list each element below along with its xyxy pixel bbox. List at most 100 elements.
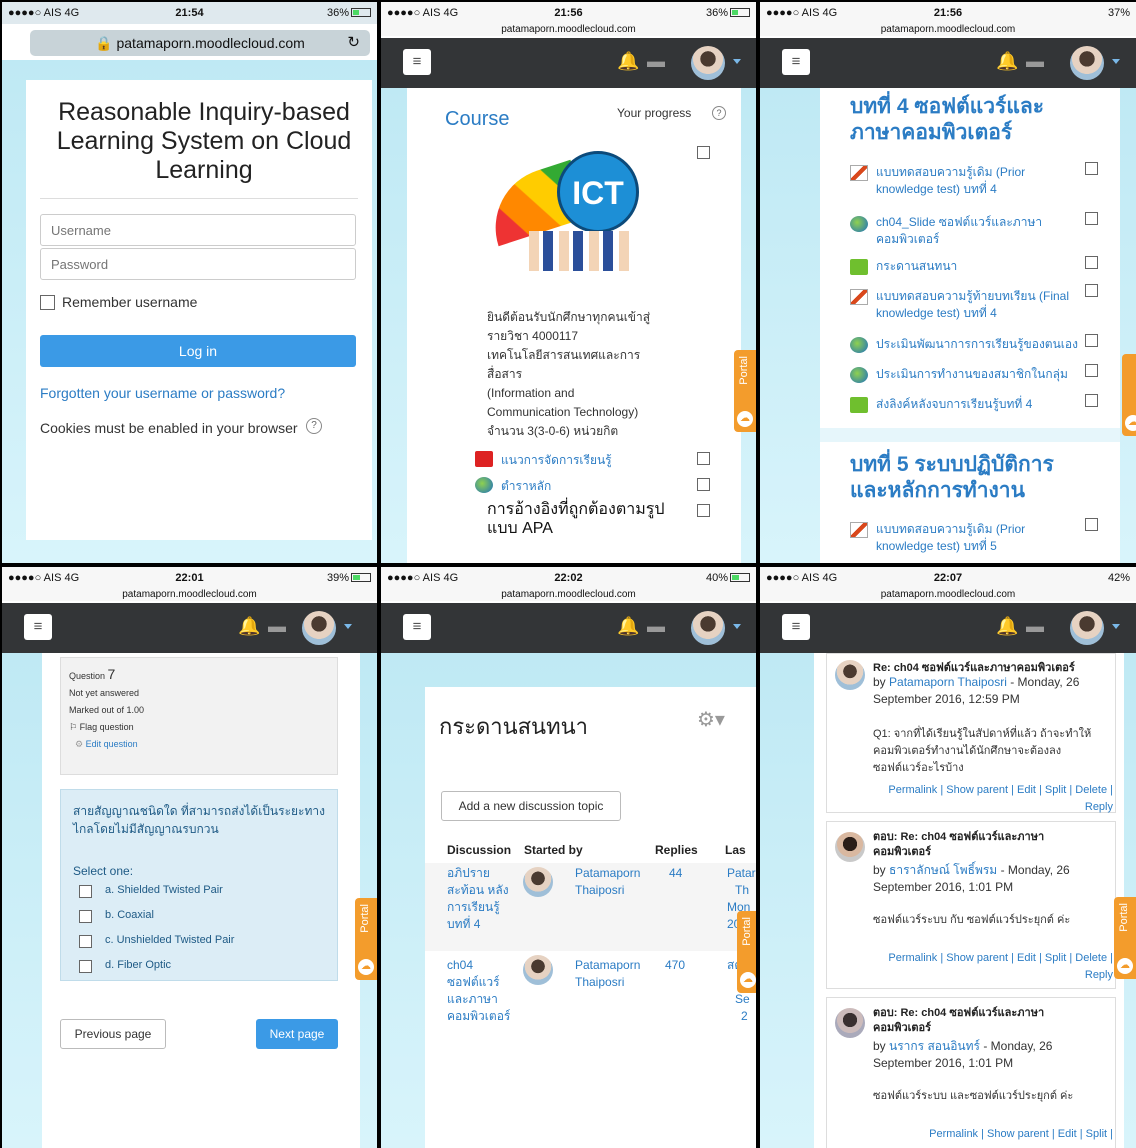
flag-question-link[interactable]: ⚐ Flag question xyxy=(69,719,329,736)
help-icon[interactable]: ? xyxy=(306,418,322,434)
answer-option[interactable]: b. Coaxial xyxy=(105,909,154,921)
chevron-down-icon[interactable] xyxy=(344,624,352,629)
activity-link[interactable]: ประเมินพัฒนาการการเรียนรู้ของตนเอง xyxy=(876,336,1078,353)
portal-tab[interactable]: Portal ☁ xyxy=(1114,897,1136,979)
portal-tab[interactable]: Portal ☁ xyxy=(355,898,377,980)
forgot-password-link[interactable]: Forgotten your username or password? xyxy=(40,385,285,401)
gear-icon[interactable]: ⚙▾ xyxy=(697,707,725,732)
completion-checkbox[interactable] xyxy=(697,146,710,159)
user-avatar[interactable] xyxy=(1070,46,1104,80)
post-actions[interactable]: Permalink | Show parent | Edit | Split |… xyxy=(877,950,1113,984)
question-body: สายสัญญาณชนิดใด ที่สามารถส่งได้เป็นระยะท… xyxy=(60,789,338,981)
message-icon[interactable]: ▬ xyxy=(647,616,665,637)
portal-tab[interactable]: Portal ☁ xyxy=(734,350,756,432)
author-link[interactable]: ธาราลักษณ์ โพธิ์พรม xyxy=(889,863,997,877)
pdf-icon xyxy=(475,451,493,467)
discussion-line: อภิปราย xyxy=(447,866,490,880)
user-avatar[interactable] xyxy=(1070,611,1104,645)
completion-checkbox[interactable] xyxy=(697,452,710,465)
completion-checkbox[interactable] xyxy=(1085,364,1098,377)
menu-icon[interactable]: ≡ xyxy=(782,614,810,640)
activity-link[interactable]: ประเมินการทำงานของสมาชิกในกลุ่ม xyxy=(876,366,1068,383)
reload-icon[interactable]: ↻ xyxy=(347,30,360,56)
answer-checkbox[interactable] xyxy=(79,935,92,948)
remember-checkbox[interactable] xyxy=(40,295,55,310)
completion-checkbox[interactable] xyxy=(697,504,710,517)
flag-icon: ⚐ xyxy=(69,722,78,732)
activity-link[interactable]: ตำราหลัก xyxy=(501,478,551,495)
help-icon[interactable]: ? xyxy=(712,106,726,120)
menu-icon[interactable]: ≡ xyxy=(782,49,810,75)
menu-icon[interactable]: ≡ xyxy=(403,614,431,640)
completion-checkbox[interactable] xyxy=(1085,394,1098,407)
activity-link[interactable]: แบบทดสอบความรู้เดิม (Prior knowledge tes… xyxy=(876,521,1056,555)
activity-link[interactable]: ส่งลิงค์หลังจบการเรียนรู้บทที่ 4 xyxy=(876,396,1032,413)
edit-question-link[interactable]: ⚙ Edit question xyxy=(69,736,329,753)
table-row[interactable]: ch04 ซอฟต์แวร์ และภาษา คอมพิวเตอร์ Patamapo… xyxy=(425,951,756,1041)
next-page-button[interactable]: Next page xyxy=(256,1019,338,1049)
message-icon[interactable]: ▬ xyxy=(1026,616,1044,637)
portal-tab[interactable]: Portal ☁ xyxy=(737,911,756,993)
message-icon[interactable]: ▬ xyxy=(1026,51,1044,72)
post-actions[interactable]: Permalink | Show parent | Edit | Split |… xyxy=(877,782,1113,816)
author-avatar xyxy=(835,660,865,690)
activity-link[interactable]: แนวการจัดการเรียนรู้ xyxy=(501,452,612,469)
discussion-link[interactable]: อภิปราย สะท้อน หลัง การเรียนรู้ บทที่ 4 xyxy=(447,865,509,933)
answer-option[interactable]: a. Shielded Twisted Pair xyxy=(105,884,223,896)
menu-icon[interactable]: ≡ xyxy=(24,614,52,640)
answer-checkbox[interactable] xyxy=(79,910,92,923)
intro-line: ยินดีต้อนรับนักศึกษาทุกคนเข้าสู่ xyxy=(487,310,651,324)
author-link[interactable]: Patamaporn Thaiposri xyxy=(575,957,640,991)
chevron-down-icon[interactable] xyxy=(733,59,741,64)
author-link[interactable]: นรากร สอนอินทร์ xyxy=(889,1039,980,1053)
replies-count[interactable]: 470 xyxy=(665,957,685,974)
completion-checkbox[interactable] xyxy=(1085,284,1098,297)
activity-link[interactable]: กระดานสนทนา xyxy=(876,258,957,275)
message-icon[interactable]: ▬ xyxy=(268,616,286,637)
activity-link[interactable]: แบบทดสอบความรู้ท้ายบทเรียน (Final knowle… xyxy=(876,288,1076,322)
notification-icon[interactable]: 🔔 xyxy=(617,616,639,637)
user-avatar[interactable] xyxy=(691,611,725,645)
answer-checkbox[interactable] xyxy=(79,960,92,973)
notification-icon[interactable]: 🔔 xyxy=(617,51,639,72)
completion-checkbox[interactable] xyxy=(697,478,710,491)
author-link[interactable]: Patamaporn Thaiposri xyxy=(889,675,1007,689)
notification-icon[interactable]: 🔔 xyxy=(238,616,260,637)
message-icon[interactable]: ▬ xyxy=(647,51,665,72)
portal-tab[interactable]: ☁ xyxy=(1122,354,1136,436)
chevron-down-icon[interactable] xyxy=(1112,59,1120,64)
answer-option[interactable]: d. Fiber Optic xyxy=(105,959,171,971)
username-input[interactable] xyxy=(40,214,356,246)
notification-icon[interactable]: 🔔 xyxy=(996,616,1018,637)
discussion-link[interactable]: ch04 ซอฟต์แวร์ และภาษา คอมพิวเตอร์ xyxy=(447,957,510,1025)
address-bar[interactable]: 🔒 patamaporn.moodlecloud.com ↻ xyxy=(30,30,370,56)
user-avatar[interactable] xyxy=(302,611,336,645)
user-avatar[interactable] xyxy=(691,46,725,80)
answer-option[interactable]: c. Unshielded Twisted Pair xyxy=(105,934,234,946)
post-actions[interactable]: Permalink | Show parent | Edit | Split | xyxy=(877,1126,1113,1143)
completion-checkbox[interactable] xyxy=(1085,162,1098,175)
completion-checkbox[interactable] xyxy=(1085,256,1098,269)
notification-icon[interactable]: 🔔 xyxy=(996,51,1018,72)
author-link[interactable]: Patamaporn Thaiposri xyxy=(575,865,640,899)
chevron-down-icon[interactable] xyxy=(1112,624,1120,629)
completion-checkbox[interactable] xyxy=(1085,518,1098,531)
replies-count[interactable]: 44 xyxy=(669,865,682,882)
password-input[interactable] xyxy=(40,248,356,280)
add-discussion-button[interactable]: Add a new discussion topic xyxy=(441,791,621,821)
intro-line: จำนวน 3(3-0-6) หน่วยกิต xyxy=(487,424,619,438)
menu-icon[interactable]: ≡ xyxy=(403,49,431,75)
answer-checkbox[interactable] xyxy=(79,885,92,898)
previous-page-button[interactable]: Previous page xyxy=(60,1019,166,1049)
discussion-line: คอมพิวเตอร์ xyxy=(447,1009,511,1023)
table-row[interactable]: อภิปราย สะท้อน หลัง การเรียนรู้ บทที่ 4 Pat… xyxy=(425,863,756,951)
login-button[interactable]: Log in xyxy=(40,335,356,367)
activity-link[interactable]: ch04_Slide ซอฟต์แวร์และภาษาคอมพิวเตอร์ xyxy=(876,214,1056,248)
completion-checkbox[interactable] xyxy=(1085,212,1098,225)
author-line: Patamaporn xyxy=(575,958,641,972)
chevron-down-icon[interactable] xyxy=(733,624,741,629)
completion-checkbox[interactable] xyxy=(1085,334,1098,347)
section-content: บทที่ 4 ซอฟต์แวร์และภาษาคอมพิวเตอร์ แบบท… xyxy=(820,88,1120,563)
battery-indicator: 36% xyxy=(327,7,371,19)
activity-link[interactable]: แบบทดสอบความรู้เดิม (Prior knowledge tes… xyxy=(876,164,1056,198)
